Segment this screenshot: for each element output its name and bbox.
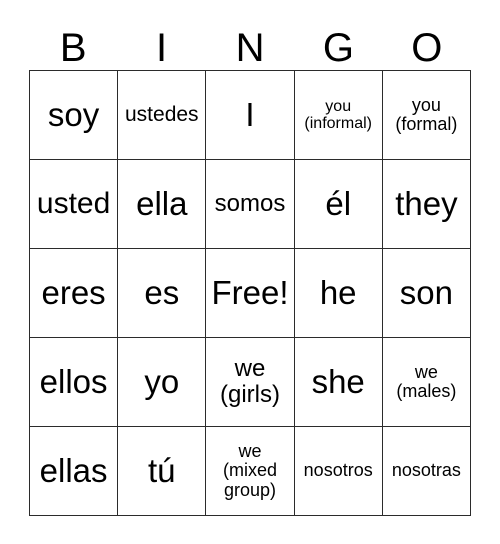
- bingo-cell-text: yo: [144, 363, 180, 401]
- bingo-cell-r4c2[interactable]: yo: [118, 338, 207, 427]
- bingo-cell-text: we (males): [396, 361, 457, 401]
- bingo-cell-text: somos: [214, 190, 286, 218]
- bingo-cell-r1c1[interactable]: soy: [30, 71, 119, 160]
- bingo-cell-r5c4[interactable]: nosotros: [294, 427, 383, 516]
- bingo-cell-r3c5[interactable]: son: [382, 249, 471, 338]
- bingo-cell-text: she: [311, 363, 365, 401]
- bingo-cell-r3c1[interactable]: eres: [30, 249, 119, 338]
- bingo-cell-text: we (mixed group): [222, 440, 277, 500]
- bingo-header-letter-b: B: [59, 26, 87, 70]
- bingo-cell-text: tú: [148, 452, 176, 490]
- bingo-header-row: B I N G O: [29, 22, 471, 70]
- bingo-cell-text: you (informal): [304, 97, 372, 132]
- bingo-grid: soy ustedes I you (informal) you (formal…: [29, 70, 471, 516]
- bingo-cell-r3c4[interactable]: he: [294, 249, 383, 338]
- bingo-cell-text: ellos: [39, 363, 108, 401]
- bingo-cell-text: they: [395, 185, 458, 223]
- bingo-card: B I N G O soy ustedes I you (informal) y…: [0, 0, 500, 544]
- bingo-cell-text: nosotros: [303, 460, 373, 481]
- bingo-cell-text: ella: [136, 185, 188, 223]
- bingo-cell-free-space[interactable]: Free!: [206, 249, 295, 338]
- bingo-cell-r5c1[interactable]: ellas: [30, 427, 119, 516]
- bingo-cell-text: es: [144, 274, 180, 312]
- bingo-cell-r2c4[interactable]: él: [294, 160, 383, 249]
- bingo-cell-r4c5[interactable]: we (males): [382, 338, 471, 427]
- bingo-cell-r5c3[interactable]: we (mixed group): [206, 427, 295, 516]
- bingo-cell-r2c2[interactable]: ella: [118, 160, 207, 249]
- bingo-cell-r5c2[interactable]: tú: [118, 427, 207, 516]
- bingo-cell-r4c1[interactable]: ellos: [30, 338, 119, 427]
- bingo-cell-r4c3[interactable]: we (girls): [206, 338, 295, 427]
- bingo-header-letter-g: G: [322, 26, 354, 70]
- bingo-cell-r3c2[interactable]: es: [118, 249, 207, 338]
- bingo-cell-r1c4[interactable]: you (informal): [294, 71, 383, 160]
- bingo-cell-text: soy: [47, 96, 100, 134]
- bingo-cell-r1c5[interactable]: you (formal): [382, 71, 471, 160]
- bingo-cell-text: ustedes: [125, 102, 199, 126]
- bingo-cell-text: nosotras: [391, 460, 461, 481]
- bingo-cell-r2c5[interactable]: they: [382, 160, 471, 249]
- bingo-cell-text: we (girls): [219, 355, 280, 408]
- bingo-cell-r2c3[interactable]: somos: [206, 160, 295, 249]
- bingo-cell-text: son: [399, 274, 453, 312]
- bingo-cell-text: he: [319, 274, 357, 312]
- bingo-cell-r1c3[interactable]: I: [206, 71, 295, 160]
- bingo-cell-text: I: [245, 96, 255, 134]
- bingo-cell-r2c1[interactable]: usted: [30, 160, 119, 249]
- bingo-cell-r1c2[interactable]: ustedes: [118, 71, 207, 160]
- bingo-cell-text: you (formal): [395, 94, 458, 134]
- bingo-cell-r4c4[interactable]: she: [294, 338, 383, 427]
- bingo-cell-text: él: [325, 185, 352, 223]
- bingo-header-letter-n: N: [235, 26, 265, 70]
- bingo-header-letter-i: I: [156, 26, 168, 70]
- bingo-free-space-text: Free!: [211, 274, 289, 312]
- bingo-cell-text: usted: [36, 186, 111, 220]
- bingo-cell-r5c5[interactable]: nosotras: [382, 427, 471, 516]
- bingo-header-letter-o: O: [411, 26, 443, 70]
- bingo-cell-text: ellas: [39, 452, 108, 490]
- bingo-cell-text: eres: [41, 274, 106, 312]
